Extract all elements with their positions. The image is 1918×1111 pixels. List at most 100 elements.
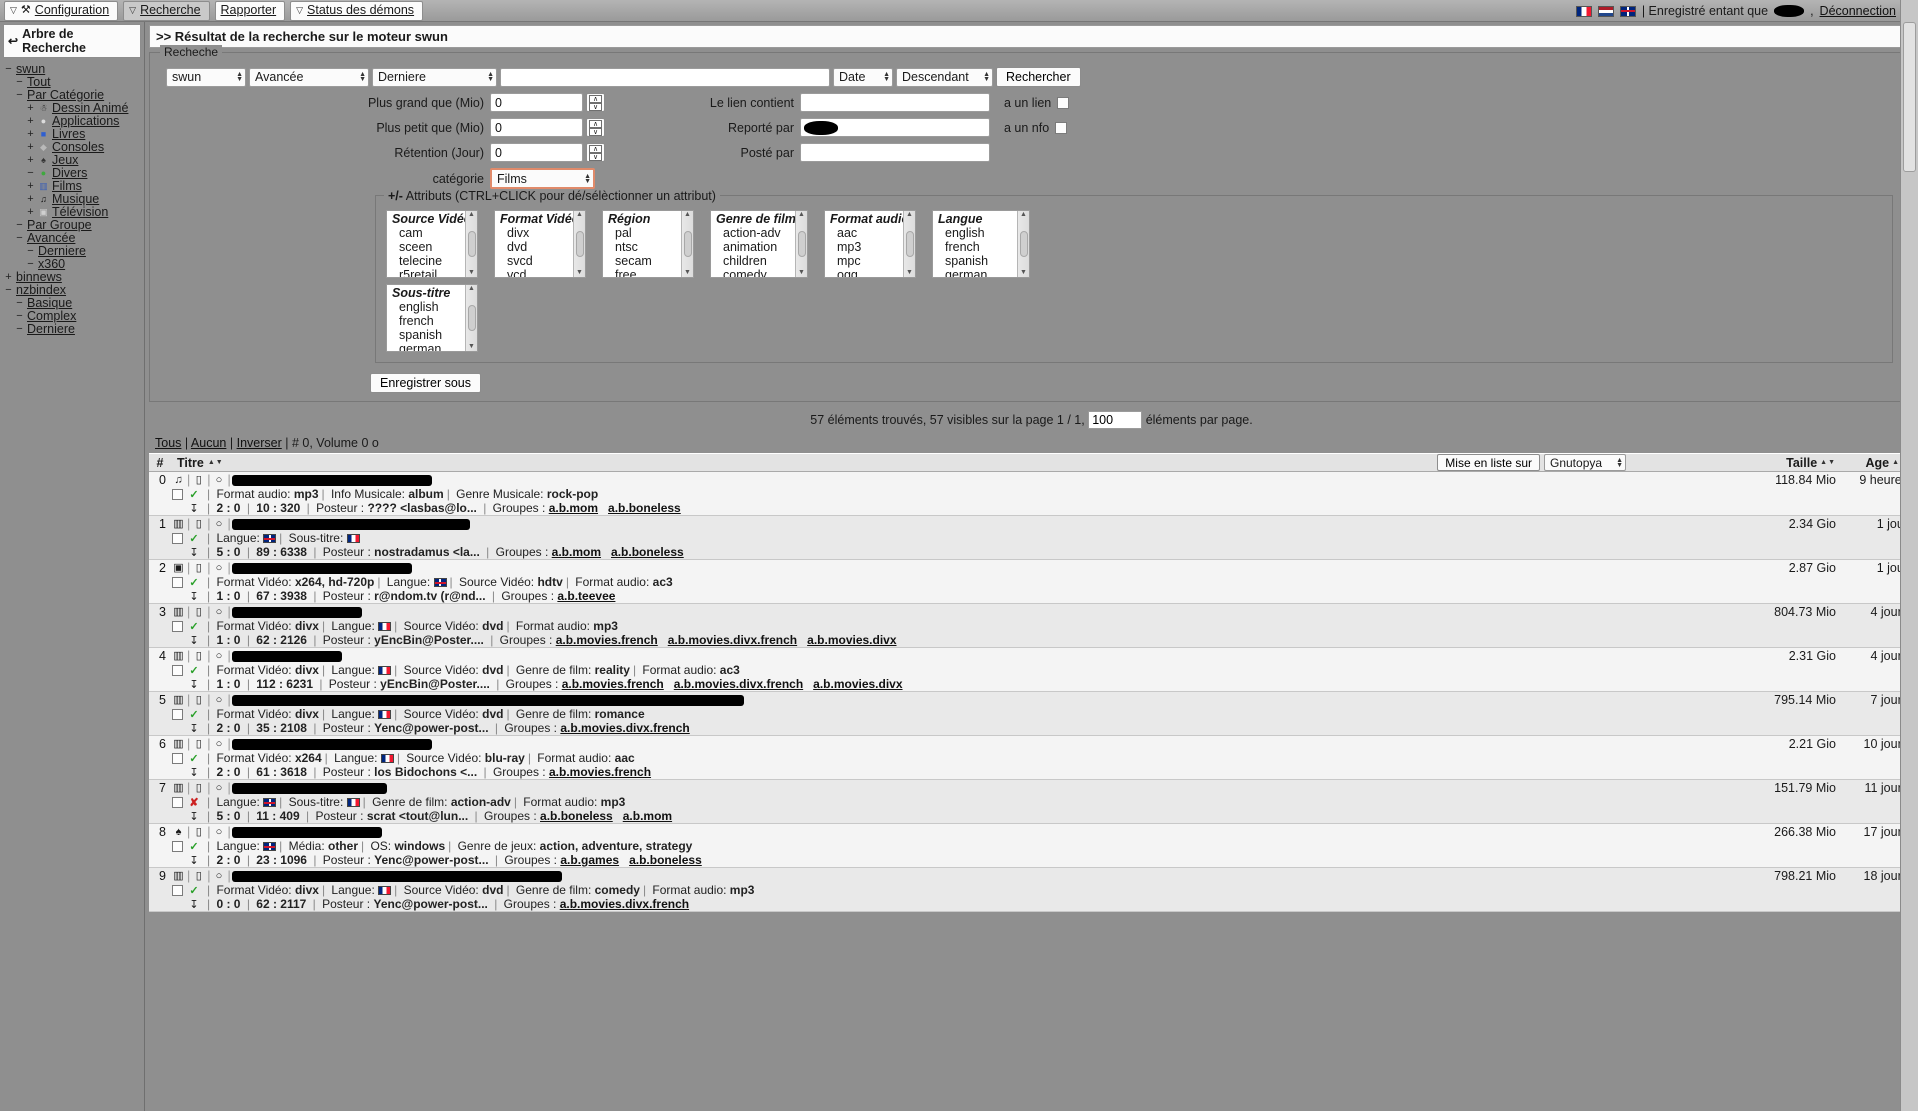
collapse-icon[interactable]: − xyxy=(4,63,13,76)
attribute-option[interactable]: mp3 xyxy=(825,240,915,254)
globe-icon[interactable]: ○ xyxy=(212,606,227,618)
table-row[interactable]: 8♠|▯|○|266.38 Mio17 jours✓| Langue: | Mé… xyxy=(149,824,1914,868)
expand-icon[interactable]: + xyxy=(26,141,35,154)
group-link[interactable]: a.b.movies.french xyxy=(562,677,664,691)
globe-icon[interactable]: ○ xyxy=(212,650,227,662)
attribute-list-r-gion[interactable]: Régionpalntscsecamfree▲▼ xyxy=(602,210,694,278)
save-as-button[interactable]: Enregistrer sous xyxy=(370,373,481,393)
page-scrollbar[interactable] xyxy=(1900,22,1918,1111)
select-none-link[interactable]: Aucun xyxy=(191,436,226,450)
row-checkbox-cell[interactable] xyxy=(171,489,184,500)
scroll-up-icon[interactable]: ▲ xyxy=(468,211,475,219)
expand-icon[interactable]: + xyxy=(26,180,35,193)
download-icon[interactable]: ↧ xyxy=(184,898,204,911)
group-link[interactable]: a.b.boneless xyxy=(629,853,702,867)
per-page-input[interactable] xyxy=(1088,411,1142,429)
group-link[interactable]: a.b.movies.french xyxy=(556,633,658,647)
attribute-option[interactable]: aac xyxy=(825,226,915,240)
row-title[interactable] xyxy=(232,869,1746,883)
group-link[interactable]: a.b.movies.divx xyxy=(807,633,896,647)
list-scrollbar[interactable]: ▲▼ xyxy=(465,285,477,351)
list-scrollbar[interactable]: ▲▼ xyxy=(795,211,807,277)
scrollbar-thumb[interactable] xyxy=(576,231,584,257)
row-checkbox[interactable] xyxy=(172,621,183,632)
scroll-down-icon[interactable]: ▼ xyxy=(906,269,913,277)
scroll-up-icon[interactable]: ▲ xyxy=(684,211,691,219)
stepper-up-icon[interactable]: ∧ xyxy=(589,95,602,103)
globe-icon[interactable]: ○ xyxy=(212,782,227,794)
scroll-up-icon[interactable]: ▲ xyxy=(1020,211,1027,219)
attribute-option[interactable]: free xyxy=(603,268,693,278)
attribute-option[interactable]: divx xyxy=(495,226,585,240)
listing-button[interactable]: Mise en liste sur xyxy=(1437,454,1540,471)
stepper-up-icon[interactable]: ∧ xyxy=(589,145,602,153)
nzb-icon[interactable]: ▯ xyxy=(191,649,206,662)
stepper-down-icon[interactable]: ∨ xyxy=(589,128,602,136)
table-row[interactable]: 5▥|▯|○|795.14 Mio7 jours✓| Format Vidéo:… xyxy=(149,692,1914,736)
listing-target-select[interactable]: Gnutopya ▲▼ xyxy=(1544,454,1626,471)
attribute-option[interactable]: dvd xyxy=(495,240,585,254)
attribute-option[interactable]: english xyxy=(933,226,1029,240)
filter-input-1[interactable] xyxy=(490,118,583,137)
menu-tab-rapporter[interactable]: Rapporter xyxy=(215,1,286,21)
scroll-down-icon[interactable]: ▼ xyxy=(798,269,805,277)
scroll-down-icon[interactable]: ▼ xyxy=(468,343,475,351)
scroll-up-icon[interactable]: ▲ xyxy=(576,211,583,219)
globe-icon[interactable]: ○ xyxy=(212,518,227,530)
engine-select[interactable]: swun ▲▼ xyxy=(166,68,246,87)
collapse-icon[interactable]: − xyxy=(15,89,24,102)
globe-icon[interactable]: ○ xyxy=(212,694,227,706)
attribute-option[interactable]: french xyxy=(933,240,1029,254)
attribute-option[interactable]: animation xyxy=(711,240,807,254)
attribute-option[interactable]: french xyxy=(387,314,477,328)
group-link[interactable]: a.b.boneless xyxy=(540,809,613,823)
row-title[interactable] xyxy=(232,473,1746,487)
group-link[interactable]: a.b.teevee xyxy=(557,589,615,603)
scrollbar-thumb[interactable] xyxy=(684,231,692,257)
expand-icon[interactable]: + xyxy=(26,128,35,141)
expand-icon[interactable]: + xyxy=(4,271,13,284)
globe-icon[interactable]: ○ xyxy=(212,562,227,574)
attribute-option[interactable]: svcd xyxy=(495,254,585,268)
list-scrollbar[interactable]: ▲▼ xyxy=(681,211,693,277)
row-checkbox[interactable] xyxy=(172,797,183,808)
download-icon[interactable]: ↧ xyxy=(184,854,204,867)
attribute-option[interactable]: r5retail xyxy=(387,268,477,278)
list-scrollbar[interactable]: ▲▼ xyxy=(465,211,477,277)
table-row[interactable]: 0♫|▯|○|118.84 Mio9 heures✓| Format audio… xyxy=(149,472,1914,516)
globe-icon[interactable]: ○ xyxy=(212,870,227,882)
group-link[interactable]: a.b.mom xyxy=(549,501,598,515)
table-row[interactable]: 1▥|▯|○|2.34 Gio1 jour✓| Langue: | Sous-t… xyxy=(149,516,1914,560)
globe-icon[interactable]: ○ xyxy=(212,738,227,750)
row-title[interactable] xyxy=(232,561,1746,575)
nzb-icon[interactable]: ▯ xyxy=(191,825,206,838)
attribute-list-format-vid-o[interactable]: Format Vidéodivxdvdsvcdvcd▲▼ xyxy=(494,210,586,278)
row-checkbox-cell[interactable] xyxy=(171,577,184,588)
attribute-option[interactable]: english xyxy=(387,300,477,314)
row-checkbox-cell[interactable] xyxy=(171,797,184,808)
list-scrollbar[interactable]: ▲▼ xyxy=(1017,211,1029,277)
flag-uk-icon[interactable] xyxy=(1620,6,1636,17)
table-row[interactable]: 3▥|▯|○|804.73 Mio4 jours✓| Format Vidéo:… xyxy=(149,604,1914,648)
attribute-option[interactable]: sceen xyxy=(387,240,477,254)
row-checkbox[interactable] xyxy=(172,753,183,764)
expand-icon[interactable]: + xyxy=(26,102,35,115)
row-checkbox[interactable] xyxy=(172,577,183,588)
download-icon[interactable]: ↧ xyxy=(184,546,204,559)
sort-arrows-icon[interactable]: ▲▼ xyxy=(208,459,224,466)
scroll-up-icon[interactable]: ▲ xyxy=(798,211,805,219)
filter-input-0[interactable] xyxy=(490,93,583,112)
select-all-link[interactable]: Tous xyxy=(155,436,181,450)
row-checkbox[interactable] xyxy=(172,665,183,676)
group-link[interactable]: a.b.movies.french xyxy=(549,765,651,779)
search-button[interactable]: Rechercher xyxy=(996,67,1081,87)
row-checkbox[interactable] xyxy=(172,885,183,896)
attribute-list-source-vid-o[interactable]: Source Vidéocamsceenteleciner5retail▲▼ xyxy=(386,210,478,278)
table-row[interactable]: 9▥|▯|○|798.21 Mio18 jours✓| Format Vidéo… xyxy=(149,868,1914,912)
menu-tab-recherche[interactable]: ▽Recherche xyxy=(123,1,209,21)
group-link[interactable]: a.b.boneless xyxy=(611,545,684,559)
table-row[interactable]: 6▥|▯|○|2.21 Gio10 jours✓| Format Vidéo: … xyxy=(149,736,1914,780)
row-checkbox-cell[interactable] xyxy=(171,841,184,852)
attribute-option[interactable]: action-adv xyxy=(711,226,807,240)
filter-right-input-0[interactable] xyxy=(800,93,990,112)
